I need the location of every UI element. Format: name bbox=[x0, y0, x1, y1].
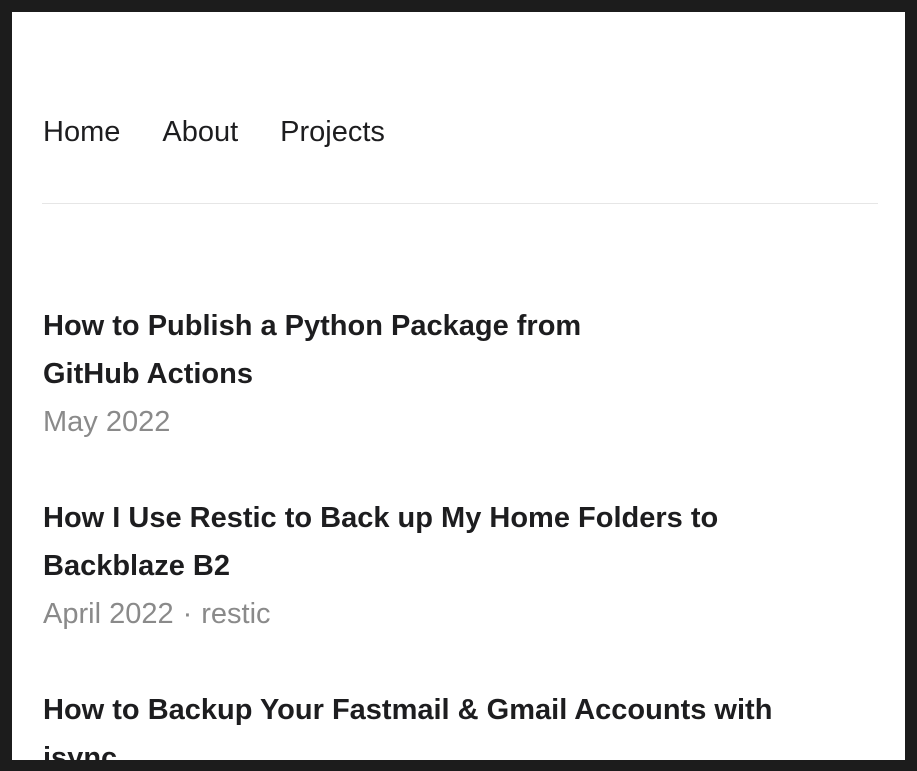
nav-link-projects[interactable]: Projects bbox=[280, 112, 385, 152]
nav-link-home[interactable]: Home bbox=[43, 112, 120, 152]
post-meta: May 2022 bbox=[43, 398, 663, 446]
page-frame: Home About Projects How to Publish a Pyt… bbox=[12, 12, 905, 760]
post-item: How to Publish a Python Package from Git… bbox=[43, 302, 663, 446]
post-tag-link[interactable]: restic bbox=[201, 598, 270, 630]
meta-separator: · bbox=[182, 598, 193, 630]
header-divider bbox=[42, 203, 878, 204]
post-title-link[interactable]: How to Publish a Python Package from Git… bbox=[43, 302, 663, 398]
main-nav: Home About Projects bbox=[43, 112, 427, 152]
post-item: How I Use Restic to Back up My Home Fold… bbox=[43, 494, 833, 638]
nav-link-about[interactable]: About bbox=[162, 112, 238, 152]
post-date: April 2022 bbox=[43, 598, 174, 630]
post-title-link[interactable]: How to Backup Your Fastmail & Gmail Acco… bbox=[43, 686, 833, 760]
post-meta: April 2022 · restic bbox=[43, 590, 833, 638]
post-date: May 2022 bbox=[43, 406, 171, 438]
post-title-link[interactable]: How I Use Restic to Back up My Home Fold… bbox=[43, 494, 833, 590]
post-item: How to Backup Your Fastmail & Gmail Acco… bbox=[43, 686, 833, 760]
